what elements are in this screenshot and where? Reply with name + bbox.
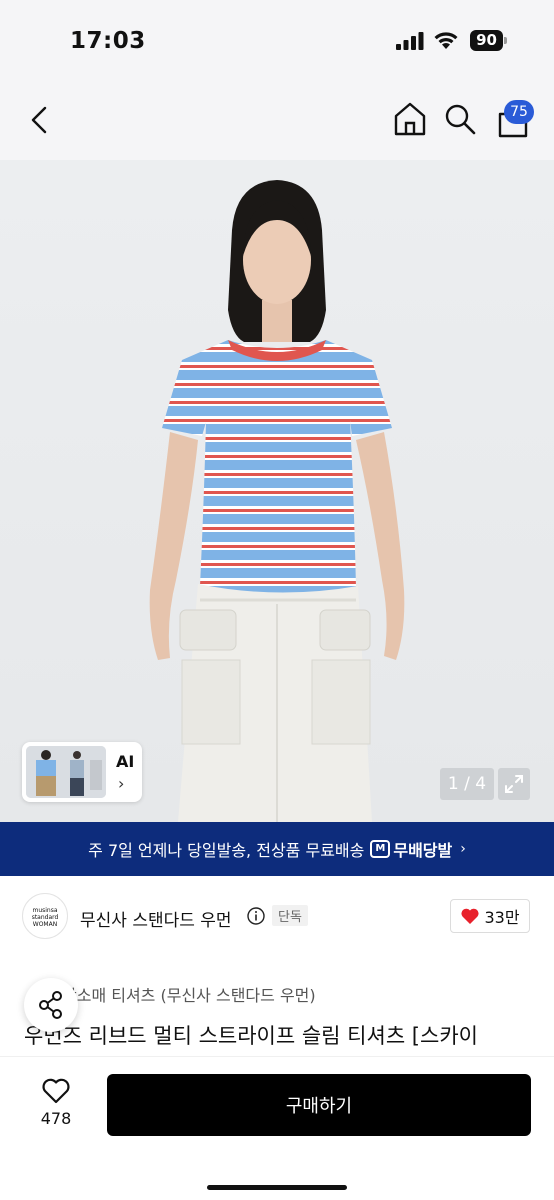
brand-logo-text: musinsa standard WOMAN: [31, 907, 59, 928]
share-button[interactable]: [24, 978, 78, 1032]
search-icon[interactable]: [443, 102, 477, 136]
product-title: 우먼즈 리브드 멀티 스트라이프 슬림 티셔츠 [스카이: [24, 1024, 478, 1048]
shipping-logo-mark: M: [370, 840, 391, 858]
signal-icon: [396, 32, 424, 50]
brand-like-count: 33만: [484, 908, 520, 927]
shipping-logo-text: 무배당발: [393, 841, 453, 860]
shipping-text: 주 7일 언제나 당일발송, 전상품 무료배송: [88, 841, 365, 860]
brand-like-button[interactable]: 33만: [450, 899, 530, 933]
top-nav: [0, 80, 554, 160]
exclusive-badge: 단독: [272, 905, 308, 926]
heart-outline-icon: [42, 1078, 70, 1104]
home-indicator: [207, 1185, 347, 1190]
share-icon: [39, 991, 62, 1019]
image-page-indicator: 1 / 4: [440, 768, 494, 800]
battery-level: 90: [470, 30, 503, 51]
brand-logo[interactable]: musinsa standard WOMAN: [22, 893, 68, 939]
wishlist-count: 478: [40, 1109, 72, 1128]
ai-fitting-button[interactable]: AI ›: [22, 742, 142, 802]
shipping-banner[interactable]: 주 7일 언제나 당일발송, 전상품 무료배송 M 무배당발 ›: [0, 822, 554, 876]
brand-row: musinsa standard WOMAN 무신사 스탠다드 우먼 단독 33…: [0, 876, 554, 960]
chevron-right-icon: ›: [118, 774, 125, 793]
buy-button[interactable]: 구매하기: [107, 1074, 531, 1136]
cart-badge[interactable]: 75: [504, 100, 534, 124]
heart-filled-icon: [461, 908, 480, 924]
free-shipping-logo: M 무배당발: [370, 837, 452, 861]
battery-icon: 90: [470, 30, 508, 51]
wifi-icon: [434, 32, 458, 49]
back-icon[interactable]: [22, 102, 58, 138]
ai-thumbnail: [26, 746, 106, 798]
wishlist-button[interactable]: 478: [30, 1073, 82, 1137]
bottom-action-bar: 478 구매하기: [0, 1056, 554, 1200]
product-image-carousel[interactable]: AI › 1 / 4: [0, 160, 554, 822]
ai-label: AI: [116, 752, 135, 771]
chevron-right-icon: ›: [460, 841, 466, 857]
status-time: 17:03: [70, 28, 146, 54]
info-icon[interactable]: [247, 907, 265, 925]
brand-name[interactable]: 무신사 스탠다드 우먼: [80, 906, 232, 931]
home-icon[interactable]: [392, 100, 428, 138]
expand-icon[interactable]: [498, 768, 530, 800]
product-photo[interactable]: [0, 160, 554, 822]
status-bar: 17:03 90: [0, 0, 554, 80]
